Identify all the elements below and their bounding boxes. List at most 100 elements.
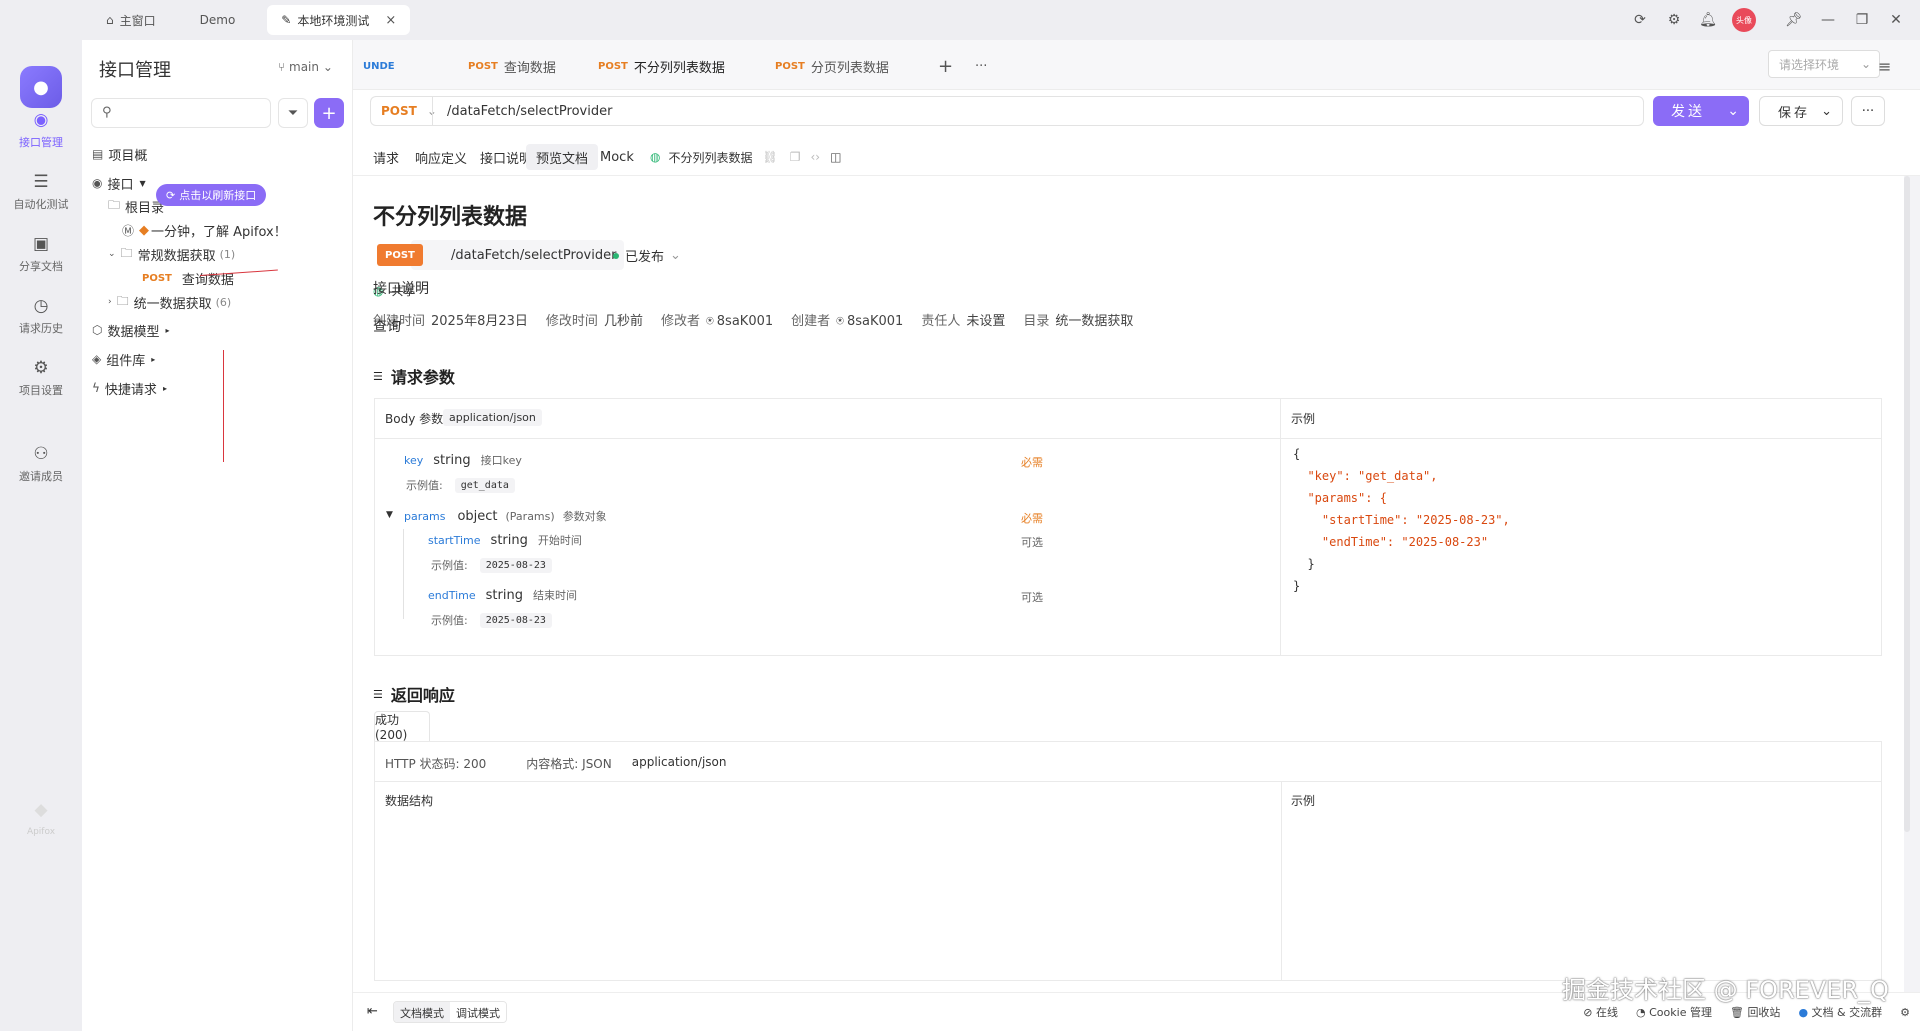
doc-mode-button[interactable]: 文档模式 xyxy=(394,1002,450,1022)
chevron-down-icon[interactable]: ⌄ xyxy=(1727,103,1739,119)
tree-item-intro-doc[interactable]: Ⓜ ◆ 一分钟，了解 Apifox！ xyxy=(122,218,287,242)
chevron-down-icon: ⌄ xyxy=(670,248,681,263)
debug-mode-button[interactable]: 调试模式 xyxy=(450,1002,506,1022)
search-icon: ⚲ xyxy=(102,105,112,120)
doc-path: /dataFetch/selectProvider xyxy=(411,240,625,270)
filter-icon: ⏷ xyxy=(287,105,299,121)
desc-text: 查询 xyxy=(373,319,401,335)
tree-folder-regular[interactable]: ⌄ 🗀 常规数据获取 (1) xyxy=(108,242,235,266)
minimize-icon[interactable]: — xyxy=(1818,10,1838,30)
code-line: } xyxy=(1293,579,1301,593)
add-button[interactable]: + xyxy=(314,98,344,128)
new-tab-icon[interactable]: + xyxy=(938,52,953,80)
settings-icon[interactable]: ⚙ xyxy=(1664,10,1684,30)
avatar-label: 头像 xyxy=(1736,15,1752,25)
tree-item-quick-request[interactable]: ϟ 快捷请求 ▸ xyxy=(92,376,167,400)
save-button[interactable]: 保存 ⌄ xyxy=(1759,96,1843,126)
folder-icon: 🗀 xyxy=(116,293,129,308)
branch-selector[interactable]: ⑂ main ⌄ xyxy=(278,60,333,74)
method-select[interactable]: POST ⌄ xyxy=(370,96,437,126)
window-tab-main[interactable]: ⌂ 主窗口 xyxy=(92,5,170,35)
settings-icon[interactable]: ⚙ xyxy=(1900,1006,1910,1019)
code-line: "key": "get_data", xyxy=(1293,469,1438,483)
response-table: HTTP 状态码: 200 内容格式: JSON application/jso… xyxy=(374,741,1882,981)
tree-folder-unified[interactable]: › 🗀 统一数据获取 (6) xyxy=(108,290,231,314)
menu-icon[interactable]: ≡ xyxy=(1878,52,1891,80)
close-tab-icon[interactable]: × xyxy=(385,13,396,28)
rail-item-share-docs[interactable]: ▣ 分享文档 xyxy=(0,234,82,274)
collapse-icon[interactable]: ▼ xyxy=(386,510,393,520)
url-input[interactable]: /dataFetch/selectProvider xyxy=(432,96,1644,126)
avatar[interactable]: 头像 xyxy=(1732,8,1756,32)
recycle-bin[interactable]: 🗑︎ 回收站 xyxy=(1730,1004,1780,1020)
tree-item-query-data[interactable]: POST 查询数据 xyxy=(142,266,234,290)
rail-item-history[interactable]: ◷ 请求历史 xyxy=(0,296,82,336)
divider xyxy=(1281,781,1282,981)
community-link[interactable]: ● 文档 & 交流群 xyxy=(1798,1004,1882,1020)
tree-item-components[interactable]: ◈ 组件库 ▸ xyxy=(92,347,155,371)
data-structure-label: 数据结构 xyxy=(385,794,434,808)
panel-icon[interactable]: ◫ xyxy=(830,150,841,164)
more-options-button[interactable]: ··· xyxy=(1851,96,1885,126)
rail-item-automation[interactable]: ☰ 自动化测试 xyxy=(0,172,82,212)
api-icon: ◉ xyxy=(33,110,49,130)
edit-icon: ✎ xyxy=(281,13,292,27)
more-tabs-icon[interactable]: ··· xyxy=(975,52,987,80)
refresh-icon[interactable]: ⟳ xyxy=(1630,10,1650,30)
status-badge[interactable]: 已发布 ⌄ xyxy=(613,246,681,265)
pin-icon[interactable]: 📌︎ xyxy=(1784,10,1804,30)
tab-paged-list[interactable]: POST 分页列表数据 xyxy=(775,52,889,80)
window-titlebar: ⌂ 主窗口 Demo ✎ 本地环境测试 × ⟳ ⚙ 🔔︎ 头像 📌︎ — ❐ ✕ xyxy=(0,0,1920,40)
param-params: params object (Params) 参数对象 xyxy=(404,508,607,524)
tab-success-200[interactable]: 成功(200) xyxy=(374,711,430,742)
tab-nonpaged-list[interactable]: POST 不分列列表数据 xyxy=(598,52,725,80)
tab-response-def[interactable]: 响应定义 xyxy=(405,144,477,170)
chevron-right-icon: › xyxy=(108,297,112,307)
tree-item-interfaces[interactable]: ◉ 接口 ▼ xyxy=(92,171,146,195)
restore-icon[interactable]: ❐ xyxy=(1852,10,1872,30)
watermark: 掘金技术社区 @ FOREVER_Q xyxy=(1562,976,1889,1004)
tab-unde[interactable]: UNDE xyxy=(363,52,395,80)
editor-tabs: UNDE POST 查询数据 POST 不分列列表数据 POST 分页列表数据 … xyxy=(353,40,1920,90)
request-bar: POST ⌄ /dataFetch/selectProvider 发送 ⌄ 保存… xyxy=(353,90,1920,134)
code-line: "params": { xyxy=(1293,491,1387,505)
chevron-down-icon[interactable]: ⌄ xyxy=(1821,104,1832,119)
tab-request[interactable]: 请求 xyxy=(363,144,409,170)
page-title: 不分列列表数据 xyxy=(373,205,528,230)
check-icon: ⊘ xyxy=(1583,1006,1597,1019)
tree-item-overview[interactable]: ▤ 项目概 xyxy=(92,142,147,166)
brand-mark: ◆ Apifox xyxy=(0,800,82,837)
param-key: key string 接口key xyxy=(404,452,522,468)
rail-item-settings[interactable]: ⚙ 项目设置 xyxy=(0,358,82,398)
search-input[interactable]: ⚲ xyxy=(91,98,271,128)
tree-item-data-model[interactable]: ⬡ 数据模型 ▸ xyxy=(92,318,170,342)
rail-item-api-management[interactable]: ◉ 接口管理 xyxy=(0,110,82,150)
copy-icon[interactable]: ❐ xyxy=(790,150,801,164)
desc-label: 接口说明 xyxy=(373,281,429,297)
bell-icon[interactable]: 🔔︎ xyxy=(1698,10,1718,30)
tab-preview-doc[interactable]: 预览文档 xyxy=(526,144,599,170)
close-window-icon[interactable]: ✕ xyxy=(1886,10,1906,30)
cookie-manager[interactable]: ◔ Cookie 管理 xyxy=(1636,1004,1712,1020)
add-user-icon: ⚇ xyxy=(33,444,49,464)
online-status[interactable]: ⊘ 在线 xyxy=(1583,1004,1618,1020)
fox-icon: ◆ xyxy=(139,222,150,238)
window-tab-local-env[interactable]: ✎ 本地环境测试 × xyxy=(267,5,411,35)
link-icon[interactable]: ⛓ xyxy=(763,150,778,164)
param-endtime: endTime string 结束时间 xyxy=(428,587,577,603)
env-select[interactable]: 请选择环境 ⌄ xyxy=(1768,50,1880,78)
tab-mock[interactable]: Mock xyxy=(590,144,644,170)
scrollbar[interactable] xyxy=(1904,176,1910,832)
response-info: HTTP 状态码: 200 内容格式: JSON application/jso… xyxy=(385,755,727,771)
filter-button[interactable]: ⏷ xyxy=(278,98,308,128)
refresh-interfaces-button[interactable]: ⟳ 点击以刷新接口 xyxy=(156,184,267,206)
rail-item-invite[interactable]: ⚇ 邀请成员 xyxy=(0,444,82,484)
shared-doc-link[interactable]: ◍ 不分列列表数据 ⛓ ❐ ‹› ◫ xyxy=(640,144,851,170)
collapse-sidebar-icon[interactable]: ⇤ xyxy=(367,1004,378,1019)
send-button[interactable]: 发送 ⌄ xyxy=(1653,96,1749,126)
folder-icon: 🗀 xyxy=(108,197,121,212)
code-icon[interactable]: ‹› xyxy=(811,150,821,164)
tab-query-data[interactable]: POST 查询数据 xyxy=(468,52,556,80)
window-tab-demo[interactable]: Demo xyxy=(186,5,250,35)
meta-modifier: 修改者 ⍟ 8saK001 xyxy=(660,314,774,329)
